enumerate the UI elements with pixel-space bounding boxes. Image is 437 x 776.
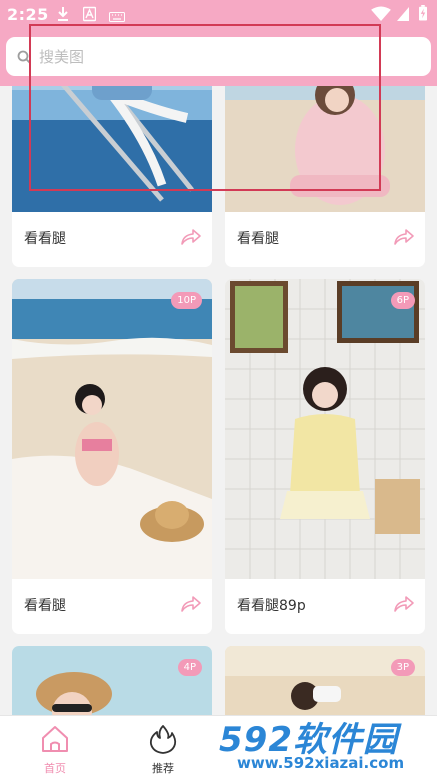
tab-recommend[interactable]: 推荐 bbox=[133, 722, 193, 776]
home-icon bbox=[42, 726, 68, 752]
tab-home[interactable]: 首页 bbox=[25, 722, 85, 776]
status-time: 2:25 bbox=[7, 5, 49, 24]
watermark-url: www.592xiazai.com bbox=[237, 754, 405, 772]
photo-count-badge: 3P bbox=[390, 659, 415, 676]
card-title: 看看腿 bbox=[237, 231, 279, 247]
card-footer: 看看腿 bbox=[225, 209, 425, 267]
watermark-logo: 592软件园 www.592xiazai.com bbox=[217, 716, 437, 776]
tab-home-label: 首页 bbox=[44, 762, 66, 775]
card-title: 看看腿 bbox=[24, 231, 66, 247]
wifi-icon bbox=[371, 6, 391, 22]
share-icon[interactable] bbox=[393, 228, 415, 246]
share-icon[interactable] bbox=[393, 595, 415, 613]
card-image bbox=[12, 279, 212, 579]
card-footer: 看看腿89p bbox=[225, 576, 425, 634]
card-title: 看看腿 bbox=[24, 598, 66, 614]
keyboard-icon bbox=[109, 12, 125, 22]
text-a-icon bbox=[83, 6, 96, 22]
flame-icon bbox=[149, 725, 177, 754]
battery-charging-icon bbox=[419, 5, 427, 21]
share-icon[interactable] bbox=[180, 228, 202, 246]
card-image bbox=[225, 279, 425, 579]
photo-count-badge: 6P bbox=[390, 292, 415, 309]
share-icon[interactable] bbox=[180, 595, 202, 613]
image-card[interactable]: 6P 看看腿89p bbox=[225, 279, 425, 634]
image-card[interactable]: 10P 看看腿 bbox=[12, 279, 212, 634]
card-footer: 看看腿 bbox=[12, 576, 212, 634]
photo-count-badge: 4P bbox=[177, 659, 202, 676]
card-title: 看看腿89p bbox=[237, 598, 306, 614]
download-icon bbox=[58, 7, 68, 21]
signal-icon bbox=[397, 7, 409, 21]
card-footer: 看看腿 bbox=[12, 209, 212, 267]
selection-highlight bbox=[29, 24, 381, 191]
photo-count-badge: 10P bbox=[171, 292, 202, 309]
tab-recommend-label: 推荐 bbox=[152, 762, 174, 775]
